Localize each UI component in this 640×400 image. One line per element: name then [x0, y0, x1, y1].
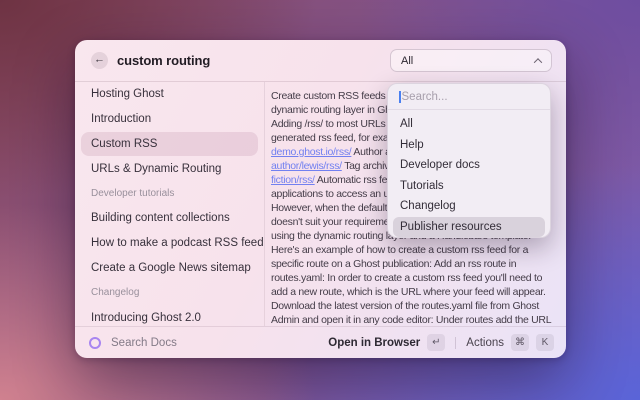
doc-link[interactable]: author/lewis/rss/	[271, 160, 342, 172]
sidebar-item-label: Create a Google News sitemap	[91, 262, 251, 274]
filter-selected-value: All	[401, 55, 413, 67]
window-header: ← custom routing All	[75, 40, 566, 82]
sidebar-item-label: Changelog	[91, 287, 139, 298]
filter-option-label: Tutorials	[400, 180, 444, 192]
search-docs-window: ← custom routing All Hosting Ghost Intro…	[75, 40, 566, 358]
sidebar-item-label: Introducing Ghost 2.0	[91, 312, 201, 324]
sidebar-item[interactable]: URLs & Dynamic Routing	[81, 156, 258, 181]
filter-option[interactable]: Publisher resources	[393, 217, 545, 238]
context-label: Search Docs	[111, 337, 177, 349]
doc-text-segment: add a new route, which is the URL where …	[271, 286, 546, 298]
cmd-key-badge: ⌘	[511, 334, 529, 351]
filter-option-label: Publisher resources	[400, 221, 502, 233]
sidebar-item: Developer tutorials	[81, 181, 258, 206]
sidebar-item-label: URLs & Dynamic Routing	[91, 163, 221, 175]
sidebar-item-label: How to make a podcast RSS feed	[91, 237, 264, 249]
doc-text-segment: Here's an example of how to create a cus…	[271, 244, 528, 256]
doc-line: Here's an example of how to create a cus…	[271, 243, 562, 257]
sidebar-item[interactable]: Create a Google News sitemap	[81, 256, 258, 281]
doc-line: Admin and open it in any code editor: Un…	[271, 313, 562, 326]
doc-text-segment: specific route on a Ghost publication: A…	[271, 258, 516, 270]
filter-search-input[interactable]: Search...	[388, 84, 550, 110]
filter-option-label: All	[400, 118, 413, 130]
sidebar-item[interactable]: Introducing Ghost 2.0	[81, 305, 258, 326]
doc-text-segment: Download the latest version of the route…	[271, 300, 539, 312]
doc-line: specific route on a Ghost publication: A…	[271, 257, 562, 271]
doc-line: routes.yaml: In order to create a custom…	[271, 271, 562, 285]
sidebar-item-label: Developer tutorials	[91, 188, 174, 199]
chevron-up-icon	[534, 58, 542, 66]
sidebar-item[interactable]: Building content collections	[81, 206, 258, 231]
doc-link[interactable]: demo.ghost.io/rss/	[271, 146, 351, 158]
sidebar-item-label: Introduction	[91, 113, 151, 125]
filter-option[interactable]: Tutorials	[393, 176, 545, 197]
filter-menu-popover: Search... All Help Developer docs Tutori…	[387, 83, 551, 238]
k-key-badge: K	[536, 334, 554, 351]
filter-option[interactable]: Help	[393, 135, 545, 156]
sidebar-item-label: Building content collections	[91, 212, 230, 224]
doc-line: add a new route, which is the URL where …	[271, 285, 562, 299]
extension-ring-icon	[89, 337, 101, 349]
filter-option-label: Changelog	[400, 200, 456, 212]
sidebar-item-label: Hosting Ghost	[91, 88, 164, 100]
footer-divider	[455, 337, 456, 349]
enter-key-badge: ↵	[427, 334, 445, 351]
doc-link[interactable]: fiction/rss/	[271, 174, 315, 186]
filter-option-list: All Help Developer docs Tutorials Change…	[388, 110, 550, 238]
filter-option[interactable]: Developer docs	[393, 155, 545, 176]
footer-actions: Open in Browser ↵ Actions ⌘ K	[328, 334, 554, 351]
sidebar-item: Changelog	[81, 280, 258, 305]
sidebar-item-label: Custom RSS	[91, 138, 157, 150]
sidebar-item[interactable]: How to make a podcast RSS feed	[81, 231, 258, 256]
filter-option[interactable]: Changelog	[393, 196, 545, 217]
back-arrow-icon: ←	[94, 55, 105, 66]
back-button[interactable]: ←	[91, 52, 108, 69]
window-footer: Search Docs Open in Browser ↵ Actions ⌘ …	[75, 326, 566, 358]
doc-text-segment: Admin and open it in any code editor: Un…	[271, 314, 551, 326]
text-caret	[399, 91, 401, 103]
doc-text-segment: routes.yaml: In order to create a custom…	[271, 272, 542, 284]
search-placeholder: Search...	[402, 91, 448, 103]
actions-button[interactable]: Actions	[466, 337, 504, 349]
desktop-background: { "colors": { "link": "#7280f0", "ring_i…	[0, 0, 640, 400]
sidebar-item[interactable]: Hosting Ghost	[81, 82, 258, 107]
sidebar-item[interactable]: Introduction	[81, 107, 258, 132]
filter-option-label: Developer docs	[400, 159, 480, 171]
open-in-browser-button[interactable]: Open in Browser	[328, 337, 420, 349]
docs-sidebar: Hosting Ghost Introduction Custom RSS UR…	[75, 82, 265, 326]
filter-option[interactable]: All	[393, 114, 545, 135]
sidebar-item[interactable]: Custom RSS	[81, 132, 258, 157]
category-filter-dropdown[interactable]: All	[390, 49, 552, 72]
doc-line: Download the latest version of the route…	[271, 299, 562, 313]
page-title: custom routing	[117, 53, 210, 68]
filter-option-label: Help	[400, 139, 424, 151]
